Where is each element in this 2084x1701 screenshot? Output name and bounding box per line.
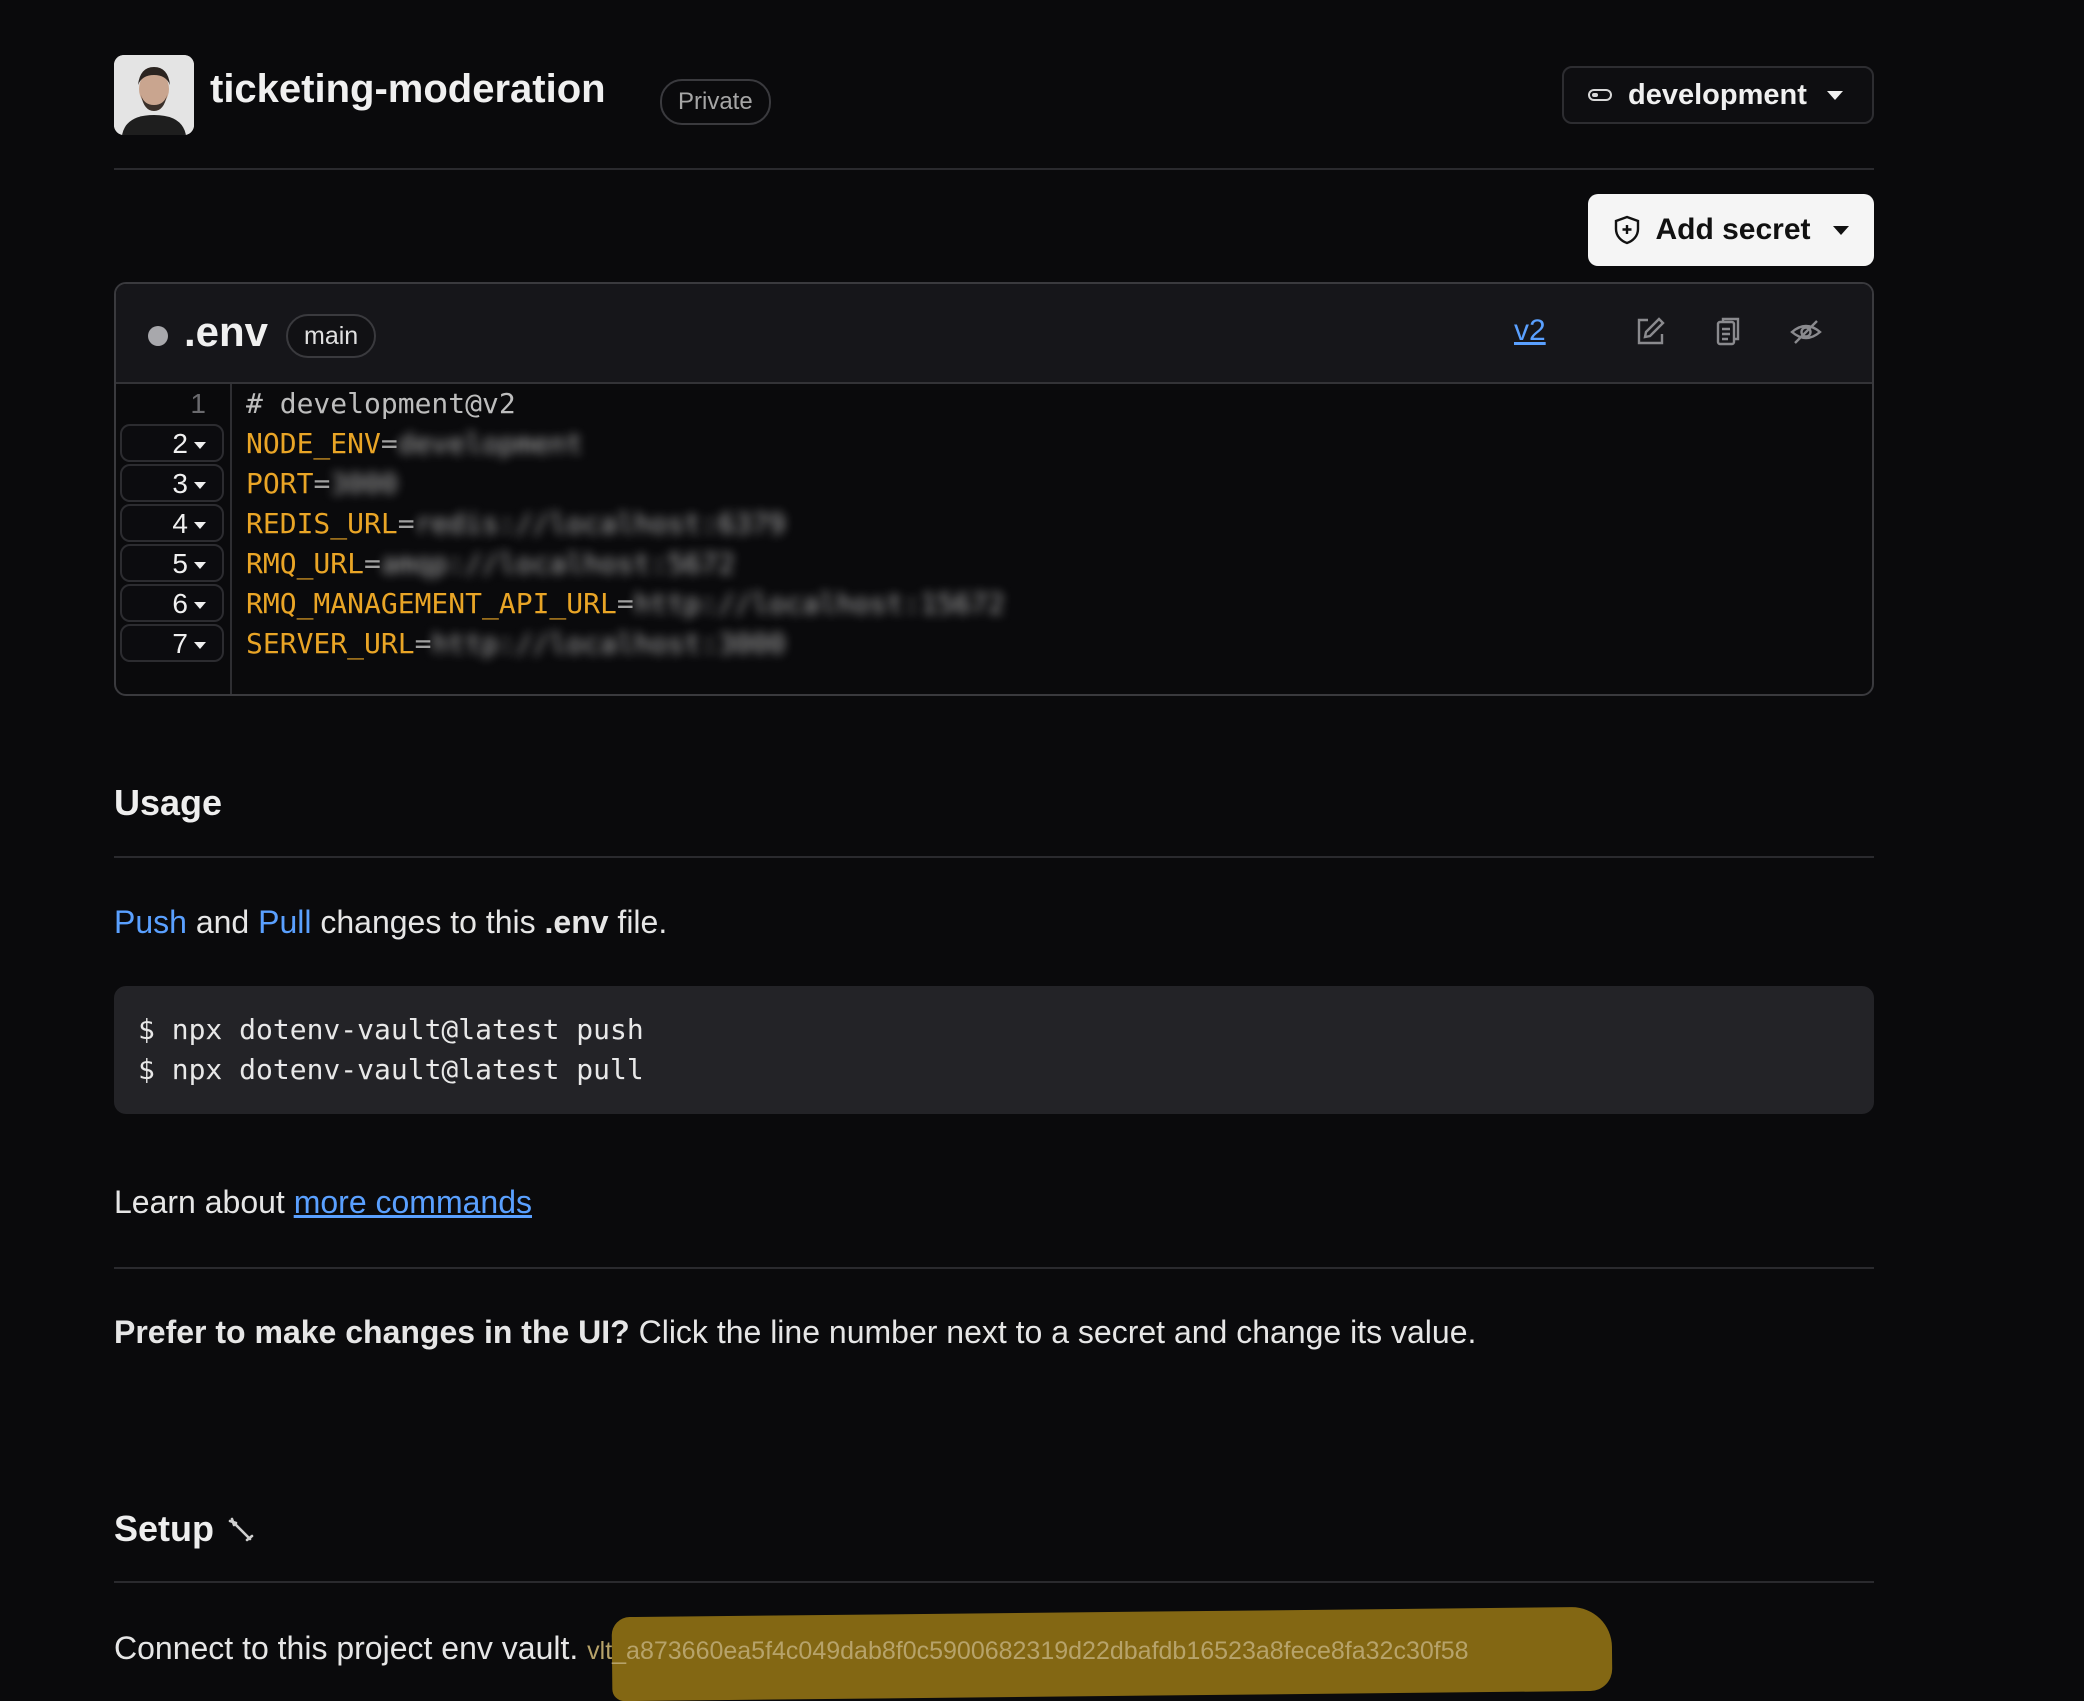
learn-more: Learn about more commands [114, 1184, 532, 1220]
ui-tip: Prefer to make changes in the UI? Click … [114, 1314, 1477, 1350]
line-number-button[interactable]: 7 [120, 624, 224, 662]
env-value-masked: http://localhost:3000 [431, 627, 786, 660]
visibility-badge: Private [660, 79, 771, 125]
chevron-down-icon [1826, 90, 1843, 100]
branch-badge: main [286, 314, 377, 358]
code-line: 5 RMQ_URL=amqp://localhost:5672 [116, 544, 1872, 584]
chevron-down-icon [194, 482, 206, 490]
code-line: 4 REDIS_URL=redis://localhost:6379 [116, 504, 1872, 544]
env-key: RMQ_URL [246, 547, 365, 580]
env-key: SERVER_URL [246, 627, 415, 660]
environment-dropdown[interactable]: development [1562, 66, 1874, 124]
more-commands-link[interactable]: more commands [294, 1184, 532, 1220]
line-number-button[interactable]: 4 [120, 504, 224, 542]
version-link[interactable]: v2 [1514, 314, 1546, 348]
env-value-masked: redis://localhost:6379 [414, 507, 786, 540]
push-link[interactable]: Push [114, 904, 187, 940]
project-name[interactable]: ticketing-moderation [210, 67, 606, 112]
eye-off-icon[interactable] [1788, 314, 1824, 350]
shield-plus-icon [1615, 215, 1640, 245]
env-value-masked: http://localhost:15672 [633, 587, 1005, 620]
code-line: 7 SERVER_URL=http://localhost:3000 [116, 624, 1872, 664]
line-number-button[interactable]: 3 [120, 464, 224, 502]
env-file-card: .env main v2 1 # development@v2 2 NODE_E… [114, 282, 1874, 696]
setup-connect: Connect to this project env vault. vlt_a… [114, 1606, 1613, 1701]
env-value-masked: amqp://localhost:5672 [380, 547, 735, 580]
line-number-button[interactable]: 6 [120, 584, 224, 622]
chevron-down-icon [194, 442, 206, 450]
command-line: $ npx dotenv-vault@latest push [138, 1013, 644, 1046]
line-number: 1 [190, 388, 206, 419]
chevron-down-icon [194, 562, 206, 570]
environment-dropdown-value: development [1628, 78, 1807, 111]
env-value-masked: 3000 [330, 467, 398, 500]
chevron-down-icon [1832, 225, 1849, 235]
env-key: RMQ_MANAGEMENT_API_URL [246, 587, 617, 620]
code-line: 1 # development@v2 [116, 384, 1872, 424]
command-block[interactable]: $ npx dotenv-vault@latest push $ npx dote… [114, 986, 1874, 1114]
code-comment: # development@v2 [246, 387, 516, 420]
edit-icon[interactable] [1632, 314, 1668, 350]
code-line: 6 RMQ_MANAGEMENT_API_URL=http://localhos… [116, 584, 1872, 624]
divider [114, 1581, 1874, 1583]
line-number-button[interactable]: 5 [120, 544, 224, 582]
command-line: $ npx dotenv-vault@latest pull [138, 1053, 644, 1086]
divider [114, 856, 1874, 858]
code-line: 2 NODE_ENV=development [116, 424, 1872, 464]
status-dot [148, 326, 168, 346]
env-value-masked: development [397, 427, 584, 460]
env-key: NODE_ENV [246, 427, 381, 460]
env-key: PORT [246, 467, 314, 500]
divider [114, 168, 1874, 170]
project-header: ticketing-moderation Private development [114, 55, 1874, 135]
avatar[interactable] [114, 55, 194, 135]
wrench-icon [226, 1512, 256, 1542]
add-secret-label: Add secret [1655, 213, 1811, 246]
chevron-down-icon [194, 602, 206, 610]
copy-icon[interactable] [1710, 314, 1746, 350]
pull-link[interactable]: Pull [258, 904, 311, 940]
env-file-name: .env [184, 308, 269, 355]
chevron-down-icon [194, 522, 206, 530]
line-number-button[interactable]: 2 [120, 424, 224, 462]
env-file-header: .env main v2 [116, 284, 1872, 384]
setup-title: Setup [114, 1508, 256, 1550]
toggle-icon [1588, 89, 1612, 101]
usage-description: Push and Pull changes to this .env file. [114, 904, 668, 940]
divider [114, 1267, 1874, 1269]
chevron-down-icon [194, 642, 206, 650]
env-key: REDIS_URL [246, 507, 398, 540]
code-line: 3 PORT=3000 [116, 464, 1872, 504]
usage-title: Usage [114, 782, 223, 823]
add-secret-button[interactable]: Add secret [1588, 194, 1874, 266]
vault-key[interactable]: vlt_a873660ea5f4c049dab8f0c5900682319d22… [587, 1637, 1468, 1665]
